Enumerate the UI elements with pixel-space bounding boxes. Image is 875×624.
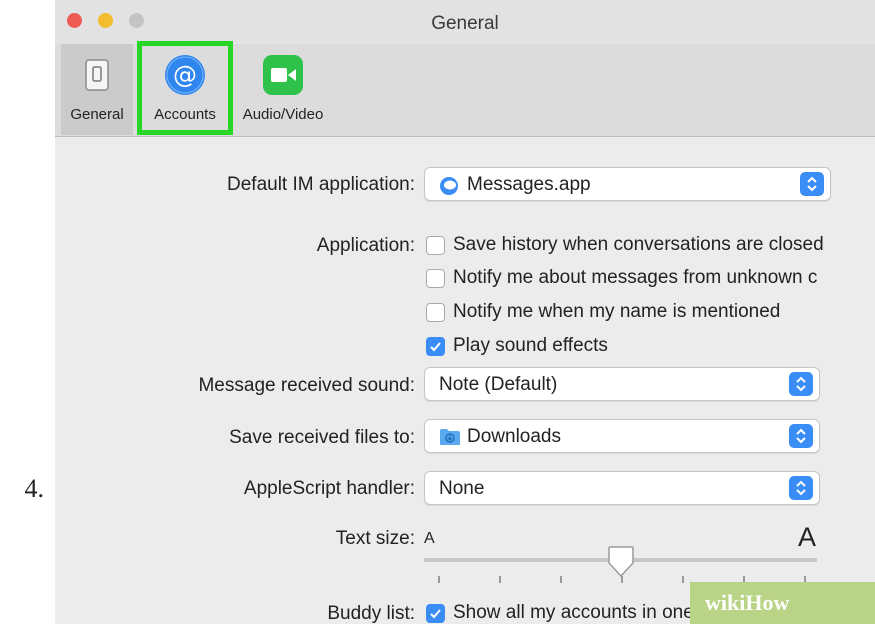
message-sound-value: Note (Default) (439, 374, 558, 395)
phone-switch-icon (74, 52, 120, 98)
tab-label: Audio/Video (242, 106, 324, 123)
buddy-list-text: Show all my accounts in one list (453, 602, 723, 623)
accounts-highlight-box (137, 41, 233, 135)
downloads-folder-icon (439, 428, 461, 451)
save-files-popup[interactable]: Downloads (424, 419, 820, 453)
tab-label: General (70, 106, 124, 123)
message-sound-popup[interactable]: Note (Default) (424, 367, 820, 401)
slider-tick (682, 576, 684, 583)
default-im-popup[interactable]: Messages.app (424, 167, 831, 201)
applescript-value: None (439, 478, 485, 499)
notify-mentioned-checkbox[interactable] (426, 303, 445, 322)
text-size-large-glyph: A (798, 522, 817, 552)
save-files-value: Downloads (467, 426, 561, 447)
popup-arrows-icon (789, 424, 813, 448)
slider-tick (560, 576, 562, 583)
save-history-checkbox[interactable] (426, 236, 445, 255)
notify-mentioned-text: Notify me when my name is mentioned (453, 301, 781, 322)
save-files-label: Save received files to: (229, 427, 415, 448)
messages-app-icon (439, 176, 459, 201)
wikihow-watermark-text: wikiHow (705, 590, 790, 615)
popup-arrows-icon (789, 372, 813, 396)
default-im-label: Default IM application: (227, 174, 415, 195)
play-sound-text: Play sound effects (453, 335, 608, 356)
video-camera-icon (260, 52, 306, 98)
slider-tick (438, 576, 440, 583)
checkmark-icon (430, 609, 441, 619)
buddy-list-label: Buddy list: (327, 603, 415, 624)
applescript-label: AppleScript handler: (243, 478, 415, 499)
tab-audio-video[interactable]: Audio/Video (233, 44, 333, 135)
step-number: 4. (24, 474, 45, 503)
application-label: Application: (316, 235, 415, 256)
popup-arrows-icon (800, 172, 824, 196)
notify-unknown-text: Notify me about messages from unknown c (453, 267, 818, 288)
preferences-window: General General @ Accounts Audio/Video D… (55, 0, 875, 624)
text-size-small-glyph: A (424, 530, 435, 547)
default-im-value: Messages.app (467, 174, 591, 195)
window-title: General (431, 13, 499, 34)
text-size-label: Text size: (335, 528, 415, 549)
popup-arrows-icon (789, 476, 813, 500)
slider-tick (499, 576, 501, 583)
play-sound-checkbox[interactable] (426, 337, 445, 356)
checkmark-icon (430, 342, 441, 352)
save-history-text: Save history when conversations are clos… (453, 234, 824, 255)
text-size-slider-knob[interactable] (607, 546, 635, 583)
applescript-popup[interactable]: None (424, 471, 820, 505)
tab-general[interactable]: General (61, 44, 133, 135)
notify-unknown-checkbox[interactable] (426, 269, 445, 288)
buddy-list-checkbox[interactable] (426, 604, 445, 623)
message-sound-label: Message received sound: (198, 375, 415, 396)
